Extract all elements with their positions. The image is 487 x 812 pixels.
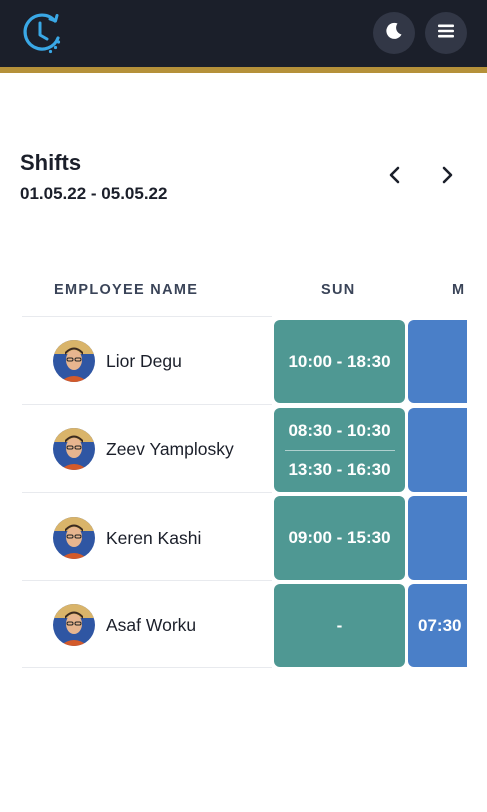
clock-icon[interactable] <box>17 9 65 57</box>
row-divider <box>22 667 272 668</box>
chevron-right-icon <box>440 166 454 189</box>
avatar <box>53 517 95 559</box>
shift-cell-mon[interactable] <box>408 408 467 492</box>
employee-name: Keren Kashi <box>106 528 202 548</box>
top-app-bar <box>0 0 487 67</box>
shift-divider <box>284 449 395 451</box>
avatar <box>53 428 95 470</box>
hamburger-menu-icon <box>437 23 455 44</box>
shift-time: 13:30 - 16:30 <box>288 459 391 479</box>
shift-time: 08:30 - 10:30 <box>288 420 391 440</box>
shifts-table: EMPLOYEE NAME SUN M Lior Degu 10:00 - 18… <box>22 270 467 670</box>
shift-time: 09:00 - 15:30 <box>288 528 391 547</box>
column-header-mon: M <box>452 282 466 298</box>
shift-cell-sun[interactable]: 09:00 - 15:30 <box>274 496 405 580</box>
shift-cell-sun[interactable]: 10:00 - 18:30 <box>274 320 405 403</box>
row-divider <box>22 492 272 493</box>
avatar <box>53 604 95 646</box>
chevron-left-icon <box>388 166 402 189</box>
shift-time: 07:30 <box>418 615 462 635</box>
theme-toggle-button[interactable] <box>373 12 415 54</box>
row-divider <box>22 316 272 317</box>
shift-time: - <box>336 615 343 635</box>
employee-name: Lior Degu <box>106 351 182 371</box>
next-week-button[interactable] <box>434 164 460 190</box>
moon-icon <box>384 21 404 46</box>
page-title: Shifts <box>20 150 82 175</box>
previous-week-button[interactable] <box>382 164 408 190</box>
shift-cell-mon[interactable]: 07:30 <box>408 584 467 667</box>
shift-time: 10:00 - 18:30 <box>288 351 391 371</box>
date-range: 01.05.22 - 05.05.22 <box>20 184 168 203</box>
avatar <box>53 340 95 382</box>
shift-cell-mon[interactable] <box>408 496 467 580</box>
shift-cell-sun[interactable]: - <box>274 584 405 667</box>
column-header-sun: SUN <box>321 282 356 298</box>
employee-name: Zeev Yamplosky <box>106 439 234 459</box>
row-divider <box>22 580 272 581</box>
shift-cell-mon[interactable] <box>408 320 467 403</box>
employee-name: Asaf Worku <box>106 615 197 635</box>
row-divider <box>22 404 272 405</box>
column-header-employee-name: EMPLOYEE NAME <box>54 282 199 298</box>
menu-button[interactable] <box>425 12 467 54</box>
shift-cell-sun[interactable]: 08:30 - 10:30 13:30 - 16:30 <box>274 408 405 492</box>
header-accent-stripe <box>0 67 487 73</box>
